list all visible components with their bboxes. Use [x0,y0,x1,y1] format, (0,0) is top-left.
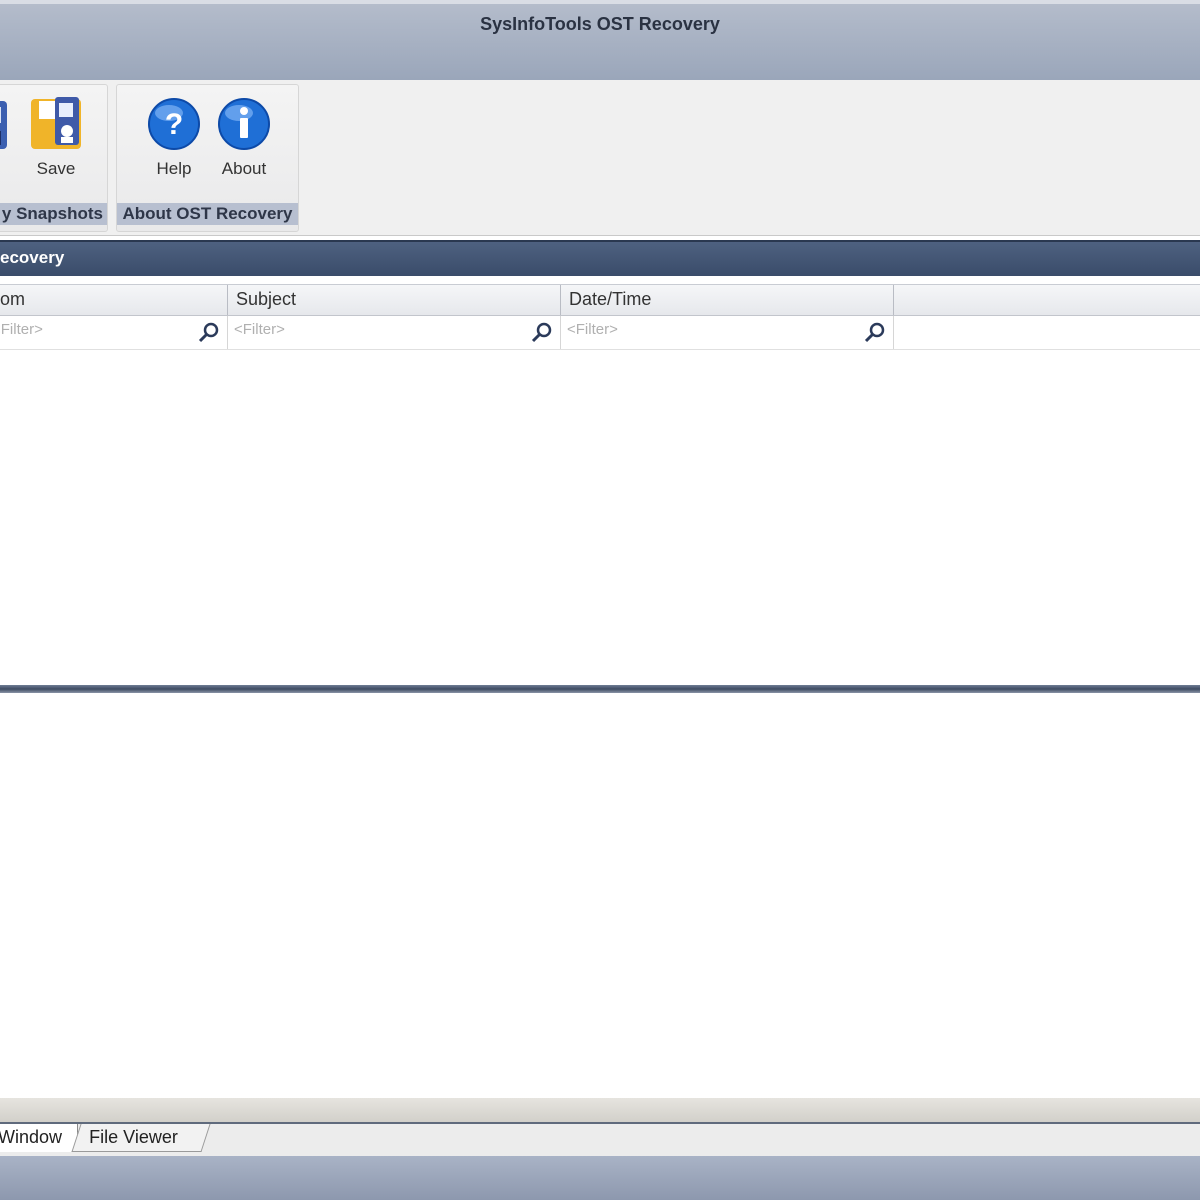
info-icon [218,98,270,150]
help-button[interactable]: ? Help [143,91,205,183]
search-icon[interactable] [197,320,221,344]
tab-file-viewer-label: File Viewer [89,1127,178,1147]
ribbon-group-about: ? Help About About OST Recovery [116,84,299,232]
filter-from[interactable]: <Filter> [0,316,228,349]
about-button[interactable]: About [213,91,275,183]
snapshot-save-icon [31,97,81,149]
filter-subject-placeholder: <Filter> [234,321,285,338]
title-bar[interactable]: SysInfoTools OST Recovery [0,0,1200,80]
column-header-from[interactable]: om [0,285,228,315]
ribbon-group-snapshots: t Save y Snapshots [0,84,108,232]
search-icon[interactable] [863,320,887,344]
tab-window-label: Window [0,1127,63,1147]
tab-file-viewer[interactable]: File Viewer [71,1124,211,1152]
snapshot-load-icon [0,101,7,149]
search-icon[interactable] [530,320,554,344]
pane-splitter[interactable] [0,685,1200,693]
bottom-tab-bar: Window File Viewer [0,1124,1200,1156]
ribbon-group-snapshots-label: y Snapshots [0,203,107,225]
ribbon: t Save y Snapshots ? Help [0,80,1200,236]
help-icon: ? [148,98,200,150]
window-title: SysInfoTools OST Recovery [480,14,720,34]
pane-header: ecovery [0,240,1200,276]
status-bar [0,1156,1200,1200]
filter-row: <Filter> <Filter> <Filter> [0,316,1200,350]
filter-subject[interactable]: <Filter> [228,316,561,349]
svg-text:?: ? [165,108,183,141]
ribbon-group-about-label: About OST Recovery [117,203,298,225]
pane-title: ecovery [0,248,65,267]
filter-datetime-placeholder: <Filter> [567,321,618,338]
preview-pane[interactable] [0,693,1200,1098]
save-snapshot-label: Save [36,159,76,178]
grid-header: om Subject Date/Time [0,284,1200,316]
about-label: About [221,159,267,178]
tab-window[interactable]: Window [0,1124,78,1152]
save-snapshot-button[interactable]: Save [25,91,87,183]
filter-from-placeholder: <Filter> [0,321,43,338]
tab-strip-border [0,1098,1200,1124]
message-list[interactable] [0,350,1200,685]
filter-datetime[interactable]: <Filter> [561,316,894,349]
column-header-subject[interactable]: Subject [228,285,561,315]
column-header-datetime[interactable]: Date/Time [561,285,894,315]
